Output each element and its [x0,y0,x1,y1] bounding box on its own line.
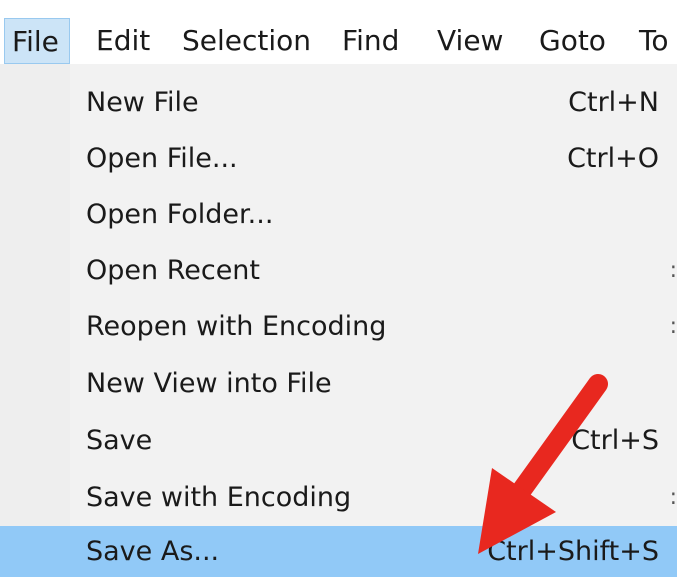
submenu-arrow-icon: : [669,314,677,339]
menu-item-label: Save with Encoding [86,482,352,513]
menu-item-shortcut: Ctrl+O [567,143,659,174]
menubar-goto[interactable]: Goto [539,18,606,64]
menu-item-label: Open Recent [86,255,261,286]
menu-item-shortcut: Ctrl+Shift+S [487,536,659,567]
menu-item-save[interactable]: Save Ctrl+S [0,412,677,469]
menu-item-new-view-into-file[interactable]: New View into File [0,355,677,412]
menubar-selection[interactable]: Selection [182,18,311,64]
menu-item-shortcut: Ctrl+N [568,87,659,118]
menu-item-label: New File [86,87,199,118]
menu-item-label: New View into File [86,368,332,399]
menu-item-open-file[interactable]: Open File... Ctrl+O [0,130,677,187]
menu-item-label: Reopen with Encoding [86,311,387,342]
menu-item-label: Open File... [86,143,238,174]
menu-item-label: Save As... [86,536,220,567]
menu-item-open-folder[interactable]: Open Folder... [0,186,677,243]
file-dropdown-menu: New File Ctrl+N Open File... Ctrl+O Open… [0,64,677,577]
menu-item-save-as[interactable]: Save As... Ctrl+Shift+S [0,526,677,577]
menu-item-save-with-encoding[interactable]: Save with Encoding : [0,469,677,526]
submenu-arrow-icon: : [669,485,677,510]
submenu-arrow-icon: : [669,258,677,283]
menu-item-label: Open Folder... [86,199,274,230]
menubar-file[interactable]: File [4,18,70,64]
menu-item-reopen-with-encoding[interactable]: Reopen with Encoding : [0,298,677,355]
menu-item-new-file[interactable]: New File Ctrl+N [0,74,677,131]
menubar-tools[interactable]: To [639,18,668,64]
menubar-find[interactable]: Find [342,18,399,64]
menubar-view[interactable]: View [437,18,503,64]
menu-item-label: Save [86,425,153,456]
menu-item-open-recent[interactable]: Open Recent : [0,242,677,299]
menubar-edit[interactable]: Edit [96,18,150,64]
menu-item-shortcut: Ctrl+S [571,425,659,456]
